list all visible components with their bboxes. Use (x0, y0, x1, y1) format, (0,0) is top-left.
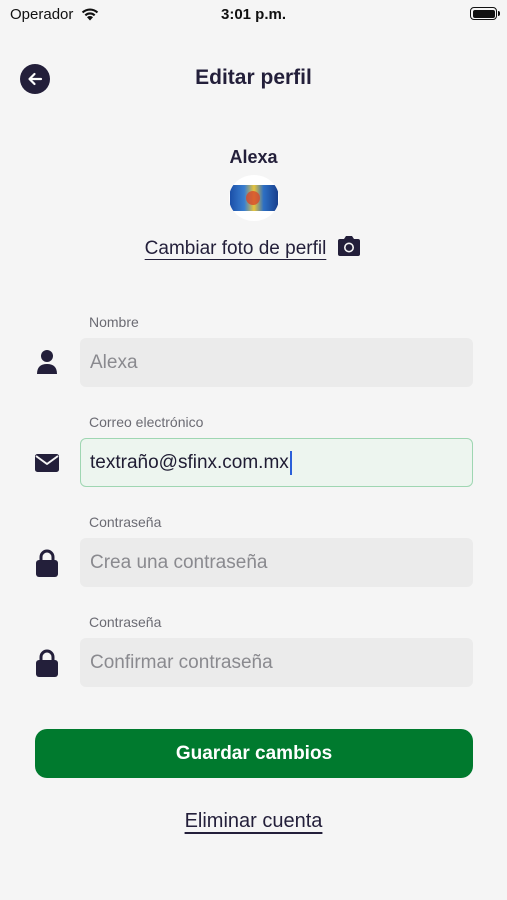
user-icon (33, 348, 61, 376)
change-photo-link[interactable]: Cambiar foto de perfil (145, 238, 327, 260)
avatar-image (230, 185, 278, 211)
lock-icon (33, 549, 61, 577)
camera-icon[interactable] (336, 235, 362, 262)
text-caret (289, 450, 292, 475)
password-field-placeholder: Crea una contraseña (90, 551, 268, 573)
envelope-icon (33, 449, 61, 477)
email-field[interactable]: textraño@sfinx.com.mx (80, 438, 473, 487)
change-photo-row: Cambiar foto de perfil (0, 235, 507, 262)
status-time: 3:01 p.m. (220, 6, 287, 23)
email-label: Correo electrónico (89, 414, 204, 430)
confirm-password-label: Contraseña (89, 614, 162, 630)
password-label: Contraseña (89, 514, 162, 530)
name-label: Nombre (89, 314, 139, 330)
avatar[interactable] (229, 175, 279, 221)
battery-icon (470, 7, 500, 20)
page-title: Editar perfil (195, 66, 312, 89)
password-field[interactable]: Crea una contraseña (80, 538, 473, 587)
save-changes-button[interactable]: Guardar cambios (35, 729, 473, 778)
confirm-password-field[interactable]: Confirmar contraseña (80, 638, 473, 687)
name-field[interactable]: Alexa (80, 338, 473, 387)
confirm-password-field-placeholder: Confirmar contraseña (90, 651, 273, 673)
lock-icon (33, 649, 61, 677)
email-field-value: textraño@sfinx.com.mx (90, 451, 289, 473)
profile-name: Alexa (229, 147, 278, 167)
status-bar: Operador 3:01 p.m. (0, 0, 507, 28)
delete-account-link[interactable]: Eliminar cuenta (0, 810, 507, 833)
name-field-placeholder: Alexa (90, 351, 138, 373)
